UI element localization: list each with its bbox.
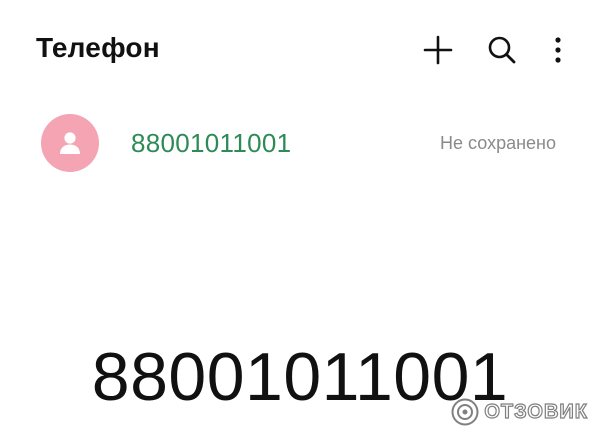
recent-call-item[interactable]: 88001011001 Не сохранено — [0, 110, 600, 176]
add-button[interactable] — [416, 28, 460, 72]
page-title: Телефон — [36, 32, 160, 63]
more-vert-icon — [555, 37, 561, 63]
search-icon — [488, 36, 516, 64]
watermark-text: ОТЗОВИК — [484, 400, 588, 423]
call-number: 88001011001 — [131, 128, 292, 158]
toolbar — [416, 28, 570, 72]
search-button[interactable] — [480, 28, 524, 72]
person-icon — [60, 132, 80, 154]
avatar[interactable] — [41, 114, 99, 172]
watermark-logo-icon — [451, 398, 479, 426]
contact-status: Не сохранено — [440, 133, 556, 153]
add-icon — [423, 35, 453, 65]
more-options-button[interactable] — [546, 28, 570, 72]
watermark: ОТЗОВИК — [450, 397, 588, 427]
